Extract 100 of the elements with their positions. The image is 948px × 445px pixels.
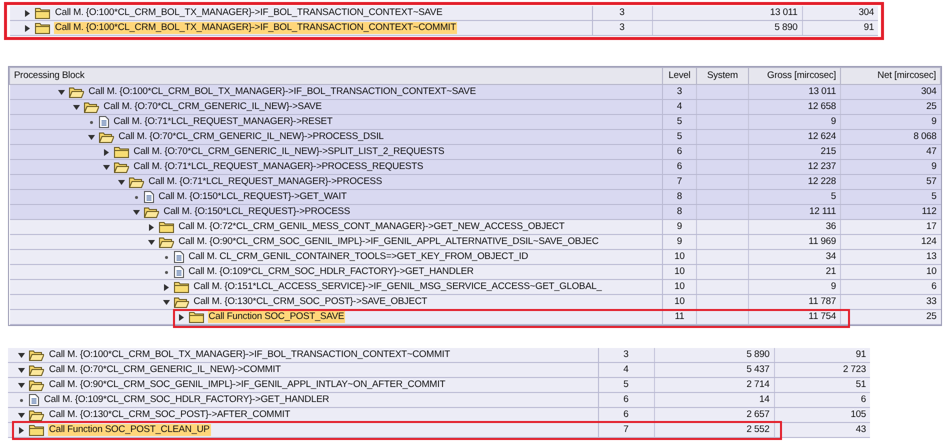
document-icon bbox=[98, 116, 108, 128]
tree-item-label[interactable]: Call M. {O:70*CL_CRM_GENERIC_IL_NEW}->SPLIT_LIST_2_REQUESTS bbox=[132, 146, 446, 158]
table-row[interactable]: Call M. {O:109*CL_CRM_SOC_HDLR_FACTORY}->GET_HANDLER 6 14 6 bbox=[8, 392, 870, 408]
tree-item-label[interactable]: Call M. {O:71*LCL_REQUEST_MANAGER}->PROCESS_REQUESTS bbox=[132, 161, 424, 173]
open-folder-icon bbox=[144, 206, 158, 218]
table-row[interactable]: Call M. {O:109*CL_CRM_SOC_HDLR_FACTORY}->GET_HANDLER 10 21 10 bbox=[10, 264, 940, 280]
open-folder-icon bbox=[29, 364, 44, 376]
table-cell: 91 bbox=[802, 20, 878, 36]
table-row[interactable]: Call M. {O:150*LCL_REQUEST}->PROCESS 8 12 111 112 bbox=[10, 204, 940, 220]
tree-item-label[interactable]: Call M. {O:71*LCL_REQUEST_MANAGER}->RESET bbox=[112, 116, 334, 128]
bullet-icon bbox=[132, 194, 140, 200]
tree-item-label[interactable]: Call M. {O:100*CL_CRM_BOL_TX_MANAGER}->IF_BOL_TRANSACTION_CONTEXT~SAVE bbox=[88, 86, 477, 98]
tree-item-label[interactable]: Call M. {O:70*CL_CRM_GENERIC_IL_NEW}->COMMIT bbox=[48, 364, 282, 376]
table-row[interactable]: Call M. {O:90*CL_CRM_SOC_GENIL_IMPL}->IF_GENIL_APPL_ALTERNATIVE_DSIL~SAVE_OBJEC 9 11 969 124 bbox=[10, 234, 940, 250]
table-row[interactable]: Call M. {O:100*CL_CRM_BOL_TX_MANAGER}->IF_BOL_TRANSACTION_CONTEXT~SAVE 3 13 011 304 bbox=[10, 6, 878, 20]
open-folder-icon bbox=[114, 161, 128, 173]
folder-icon bbox=[174, 281, 188, 293]
caret-right-icon[interactable] bbox=[18, 426, 25, 434]
tree-item-label[interactable]: Call M. {O:70*CL_CRM_GENERIC_IL_NEW}->SAVE bbox=[102, 101, 323, 113]
tree-item-label[interactable]: Call M. {O:90*CL_CRM_SOC_GENIL_IMPL}->IF_GENIL_APPL_INTLAY~ON_AFTER_COMMIT bbox=[48, 379, 446, 391]
caret-right-icon[interactable] bbox=[24, 10, 31, 16]
tree-item-label[interactable]: Call M. {O:90*CL_CRM_SOC_GENIL_IMPL}->IF_GENIL_APPL_ALTERNATIVE_DSIL~SAVE_OBJEC bbox=[178, 236, 600, 248]
tree-item-label[interactable]: Call M. {O:151*LCL_ACCESS_SERVICE}->IF_GENIL_MSG_SERVICE_ACCESS~GET_GLOBAL_ bbox=[192, 281, 603, 293]
caret-down-icon[interactable] bbox=[72, 104, 80, 110]
column-header[interactable]: System bbox=[696, 68, 748, 84]
table-cell: 11 754 bbox=[748, 310, 840, 324]
caret-down-icon[interactable] bbox=[58, 88, 64, 96]
caret-down-icon[interactable] bbox=[162, 298, 170, 306]
tree-item-label[interactable]: Call M. {O:72*CL_CRM_GENIL_MESS_CONT_MANAGER}->GET_NEW_ACCESS_OBJECT bbox=[178, 221, 566, 233]
table-cell: 11 bbox=[662, 310, 696, 324]
table-row[interactable]: Call M. CL_CRM_GENIL_CONTAINER_TOOLS=>GET_KEY_FROM_OBJECT_ID 10 34 13 bbox=[10, 250, 940, 264]
open-folder-icon bbox=[98, 131, 114, 143]
caret-down-icon[interactable] bbox=[118, 178, 124, 186]
table-row[interactable]: Call M. {O:130*CL_CRM_SOC_POST}->SAVE_OBJECT 10 11 787 33 bbox=[10, 294, 940, 310]
open-folder-icon bbox=[128, 176, 144, 188]
caret-down-icon[interactable] bbox=[18, 352, 25, 358]
tree-item-label[interactable]: Call M. {O:109*CL_CRM_SOC_HDLR_FACTORY}->GET_HANDLER bbox=[43, 394, 330, 406]
caret-right-icon[interactable] bbox=[178, 314, 184, 320]
open-folder-icon bbox=[29, 379, 44, 391]
column-header[interactable]: Gross [mircosec] bbox=[748, 68, 840, 84]
caret-right-icon[interactable] bbox=[102, 148, 110, 156]
table-row[interactable]: Call M. {O:100*CL_CRM_BOL_TX_MANAGER}->IF_BOL_TRANSACTION_CONTEXT~COMMIT 3 5 890 91 bbox=[10, 20, 878, 36]
open-folder-icon bbox=[174, 296, 188, 308]
table-row[interactable]: Call M. {O:72*CL_CRM_GENIL_MESS_CONT_MANAGER}->GET_NEW_ACCESS_OBJECT 9 36 17 bbox=[10, 220, 940, 234]
open-folder-icon bbox=[84, 101, 98, 113]
folder-icon bbox=[35, 7, 50, 19]
document-icon bbox=[174, 266, 184, 278]
tree-item-label[interactable]: Call M. {O:109*CL_CRM_SOC_HDLR_FACTORY}->GET_HANDLER bbox=[188, 266, 475, 278]
caret-down-icon[interactable] bbox=[132, 208, 140, 216]
table-cell: 11 787 bbox=[748, 294, 840, 310]
caret-down-icon[interactable] bbox=[88, 134, 94, 140]
table-cell: 2 552 bbox=[654, 422, 774, 438]
caret-right-icon[interactable] bbox=[148, 224, 154, 230]
open-folder-icon bbox=[158, 236, 174, 248]
table-row[interactable]: Call M. {O:70*CL_CRM_GENERIC_IL_NEW}->SPLIT_LIST_2_REQUESTS 6 215 47 bbox=[10, 144, 940, 160]
open-folder-icon bbox=[68, 86, 84, 98]
column-header[interactable]: Processing Block bbox=[10, 68, 662, 84]
table-row[interactable]: Call M. {O:151*LCL_ACCESS_SERVICE}->IF_GENIL_MSG_SERVICE_ACCESS~GET_GLOBAL_ 10 9 6 bbox=[10, 280, 940, 294]
caret-down-icon[interactable] bbox=[18, 366, 25, 374]
caret-right-icon[interactable] bbox=[24, 24, 31, 32]
document-icon bbox=[29, 394, 39, 406]
table-row[interactable]: Call M. {O:90*CL_CRM_SOC_GENIL_IMPL}->IF_GENIL_APPL_INTLAY~ON_AFTER_COMMIT 5 2 714 51 bbox=[8, 378, 870, 392]
table-row[interactable]: Call M. {O:71*LCL_REQUEST_MANAGER}->PROCESS 7 12 228 57 bbox=[10, 174, 940, 190]
tree-item-label[interactable]: Call M. {O:100*CL_CRM_BOL_TX_MANAGER}->IF_BOL_TRANSACTION_CONTEXT~SAVE bbox=[54, 7, 444, 19]
table-row[interactable]: Call M. {O:71*LCL_REQUEST_MANAGER}->PROCESS_REQUESTS 6 12 237 9 bbox=[10, 160, 940, 174]
tree-item-label[interactable]: Call M. {O:100*CL_CRM_BOL_TX_MANAGER}->IF_BOL_TRANSACTION_CONTEXT~COMMIT bbox=[48, 349, 451, 361]
tree-item-label[interactable]: Call M. {O:150*LCL_REQUEST}->GET_WAIT bbox=[158, 191, 348, 203]
column-header[interactable]: Level bbox=[662, 68, 696, 84]
tree-item-label[interactable]: Call M. CL_CRM_GENIL_CONTAINER_TOOLS=>GET_KEY_FROM_OBJECT_ID bbox=[188, 251, 530, 263]
caret-down-icon[interactable] bbox=[18, 382, 25, 388]
tree-item-label[interactable]: Call Function SOC_POST_CLEAN_UP bbox=[48, 424, 211, 436]
tree-item-label[interactable]: Call M. {O:70*CL_CRM_GENERIC_IL_NEW}->PROCESS_DSIL bbox=[118, 131, 385, 143]
column-header[interactable]: Net [mircosec] bbox=[840, 68, 940, 84]
tree-item-label[interactable]: Call M. {O:100*CL_CRM_BOL_TX_MANAGER}->IF_BOL_TRANSACTION_CONTEXT~COMMIT bbox=[54, 22, 457, 34]
table-cell: 25 bbox=[840, 310, 940, 324]
tree-item-label[interactable]: Call M. {O:130*CL_CRM_SOC_POST}->SAVE_OBJECT bbox=[192, 296, 428, 308]
table-row[interactable]: Call Function SOC_POST_CLEAN_UP 7 2 552 43 bbox=[8, 422, 870, 438]
tree-item-label[interactable]: Call M. {O:130*CL_CRM_SOC_POST}->AFTER_COMMIT bbox=[48, 409, 292, 421]
caret-down-icon[interactable] bbox=[102, 164, 110, 170]
table-row[interactable]: Call M. {O:70*CL_CRM_GENERIC_IL_NEW}->SAVE 4 12 658 25 bbox=[10, 100, 940, 114]
folder-icon bbox=[158, 221, 174, 233]
table-row[interactable]: Call M. {O:71*LCL_REQUEST_MANAGER}->RESET 5 9 9 bbox=[10, 114, 940, 130]
bullet-icon bbox=[162, 268, 170, 276]
folder-icon bbox=[114, 146, 128, 158]
table-row[interactable]: Call M. {O:100*CL_CRM_BOL_TX_MANAGER}->IF_BOL_TRANSACTION_CONTEXT~SAVE 3 13 011 304 bbox=[10, 84, 940, 100]
caret-down-icon[interactable] bbox=[148, 238, 154, 246]
document-icon bbox=[144, 191, 154, 203]
bullet-icon bbox=[18, 396, 25, 404]
tree-item-label[interactable]: Call M. {O:150*LCL_REQUEST}->PROCESS bbox=[162, 206, 352, 218]
table-row[interactable]: Call M. {O:150*LCL_REQUEST}->GET_WAIT 8 5 5 bbox=[10, 190, 940, 204]
table-row[interactable]: Call M. {O:100*CL_CRM_BOL_TX_MANAGER}->IF_BOL_TRANSACTION_CONTEXT~COMMIT 3 5 890 91 bbox=[8, 348, 870, 362]
tree-item-label[interactable]: Call Function SOC_POST_SAVE bbox=[208, 311, 346, 323]
caret-down-icon[interactable] bbox=[18, 412, 25, 418]
tree-item-label[interactable]: Call M. {O:71*LCL_REQUEST_MANAGER}->PROCESS bbox=[148, 176, 384, 188]
table-row[interactable]: Call M. {O:70*CL_CRM_GENERIC_IL_NEW}->PROCESS_DSIL 5 12 624 8 068 bbox=[10, 130, 940, 144]
caret-right-icon[interactable] bbox=[162, 284, 170, 290]
bullet-icon bbox=[162, 254, 170, 260]
table-cell: 5 890 bbox=[652, 20, 802, 36]
table-row[interactable]: Call M. {O:70*CL_CRM_GENERIC_IL_NEW}->COMMIT 4 5 437 2 723 bbox=[8, 362, 870, 378]
table-cell: 3 bbox=[592, 20, 652, 36]
